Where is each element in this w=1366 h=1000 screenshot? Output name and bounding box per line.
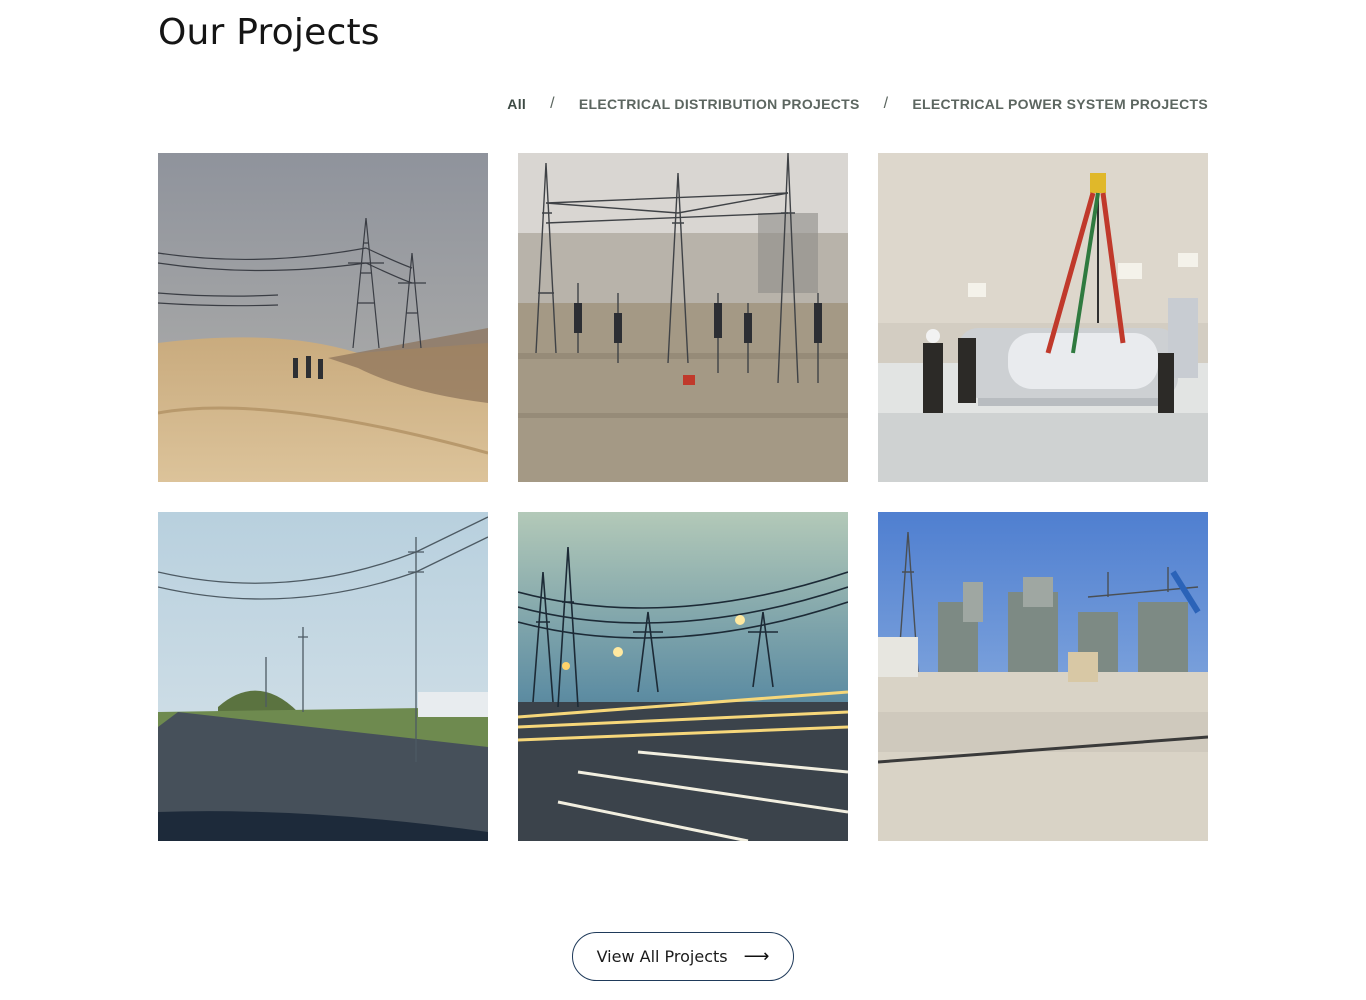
section-title: Our Projects: [158, 12, 380, 53]
filter-electrical-distribution[interactable]: ELECTRICAL DISTRIBUTION PROJECTS: [579, 96, 860, 112]
filter-all[interactable]: All: [507, 96, 526, 112]
filter-electrical-power-system[interactable]: ELECTRICAL POWER SYSTEM PROJECTS: [912, 96, 1208, 112]
project-card-roadside-lines[interactable]: [158, 512, 488, 841]
view-all-projects-button[interactable]: View All Projects ⟶: [572, 932, 794, 981]
project-image-switchyard: [518, 153, 848, 482]
project-card-indoor-gis[interactable]: [878, 153, 1208, 482]
project-image-desert-towers: [158, 153, 488, 482]
project-card-desert-towers[interactable]: [158, 153, 488, 482]
project-image-highway-towers: [518, 512, 848, 841]
filter-separator: /: [550, 95, 555, 112]
projects-grid: [158, 153, 1208, 841]
project-image-outdoor-substation: [878, 512, 1208, 841]
arrow-right-icon: ⟶: [743, 945, 770, 967]
project-filters: All / ELECTRICAL DISTRIBUTION PROJECTS /…: [507, 95, 1208, 113]
project-card-outdoor-substation[interactable]: [878, 512, 1208, 841]
project-image-roadside-lines: [158, 512, 488, 841]
view-all-projects-label: View All Projects: [596, 947, 728, 966]
project-card-switchyard[interactable]: [518, 153, 848, 482]
project-card-highway-towers[interactable]: [518, 512, 848, 841]
filter-separator: /: [883, 95, 889, 112]
project-image-indoor-gis: [878, 153, 1208, 482]
